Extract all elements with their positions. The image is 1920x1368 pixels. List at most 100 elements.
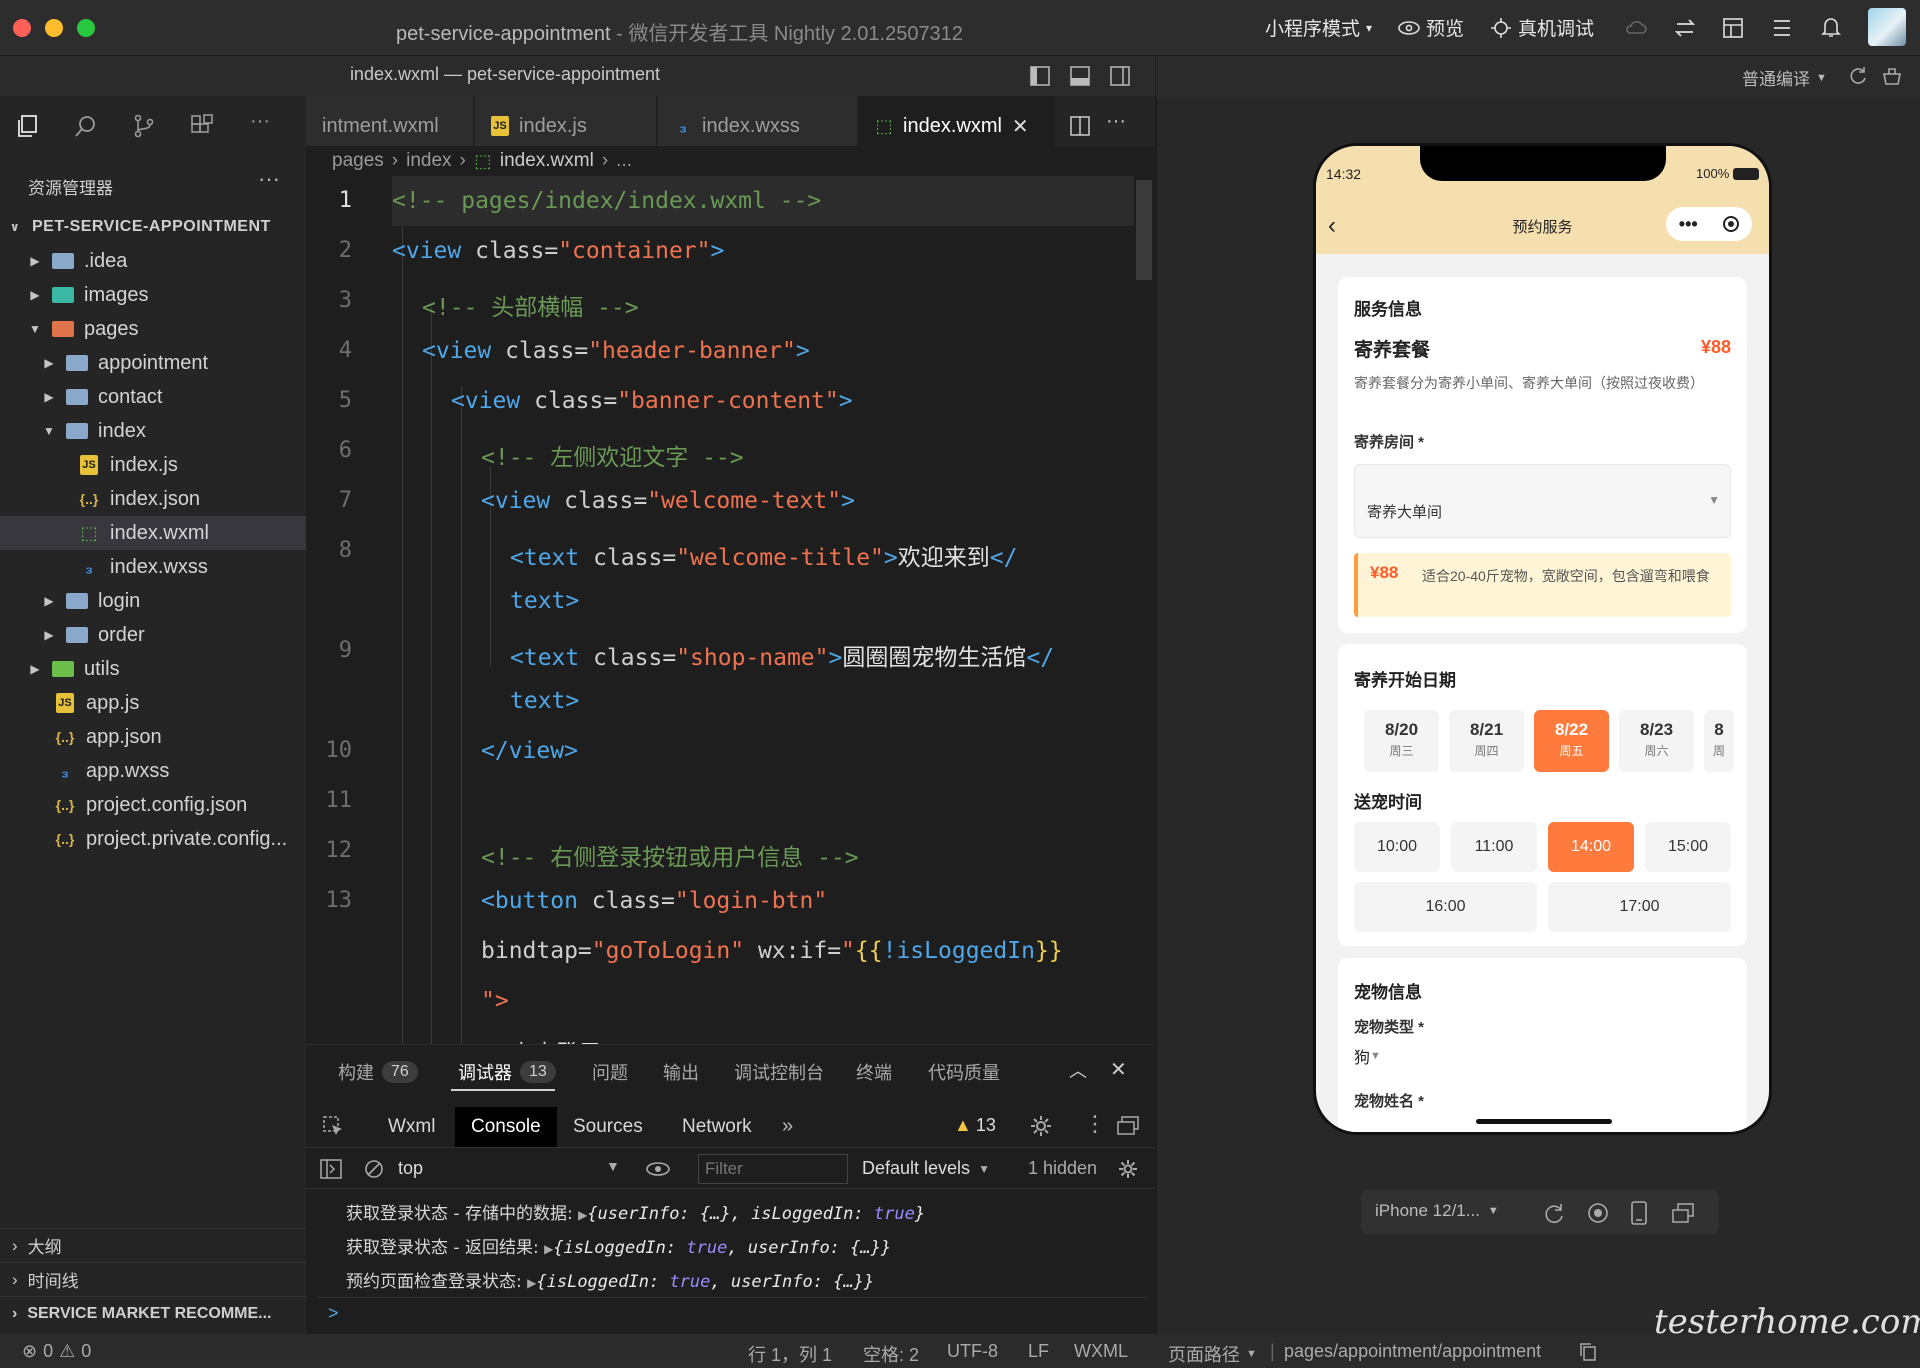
preview-button[interactable]: 预览 (1398, 14, 1464, 41)
date-option-selected[interactable]: 8/22 周五 (1534, 710, 1609, 772)
swap-icon[interactable] (1674, 18, 1696, 38)
toggle-sidebar-icon[interactable] (1030, 66, 1050, 86)
line-ending[interactable]: LF (1028, 1341, 1049, 1362)
context-selector[interactable]: top (398, 1158, 423, 1179)
explorer-icon[interactable] (16, 114, 40, 138)
cursor-position[interactable]: 行 1，列 1 (748, 1341, 832, 1367)
toggle-simulator-icon[interactable] (1110, 66, 1130, 86)
close-window-button[interactable] (13, 19, 31, 37)
tab-problems[interactable]: 问题 (592, 1059, 628, 1085)
tree-folder-idea[interactable]: ▶ .idea (0, 244, 306, 278)
tree-file-app-js[interactable]: JS app.js (0, 686, 306, 720)
detach-window-icon[interactable] (1671, 1202, 1695, 1224)
copy-icon[interactable] (1580, 1343, 1596, 1361)
close-panel-icon[interactable]: ✕ (1110, 1057, 1127, 1082)
tab-debugger[interactable]: 调试器 13 (458, 1059, 556, 1085)
breadcrumb-item[interactable]: index.wxml (500, 150, 594, 172)
console-settings-icon[interactable] (1118, 1159, 1138, 1179)
menu-icon[interactable] (1772, 19, 1792, 37)
device-debug-button[interactable]: 真机调试 (1490, 14, 1594, 41)
extensions-icon[interactable] (190, 114, 214, 138)
phone-icon[interactable] (1631, 1201, 1647, 1225)
tree-folder-contact[interactable]: ▶ contact (0, 380, 306, 414)
indentation[interactable]: 空格: 2 (863, 1341, 919, 1367)
problems-indicator[interactable]: ⊗ 0 ⚠ 0 (22, 1341, 91, 1362)
room-select[interactable]: 寄养大单间 ▼ (1354, 464, 1731, 538)
settings-gear-icon[interactable] (1030, 1115, 1052, 1137)
service-market-section[interactable]: › SERVICE MARKET RECOMME... (0, 1296, 306, 1330)
page-path-selector[interactable]: 页面路径 ▼ (1168, 1341, 1257, 1367)
clear-console-icon[interactable] (364, 1159, 384, 1179)
cloud-icon[interactable] (1625, 18, 1647, 38)
console-log-line[interactable]: 预约页面检查登录状态: ▶{isLoggedIn: true, userInfo… (346, 1267, 874, 1292)
mode-dropdown[interactable]: 小程序模式 ▾ (1265, 14, 1372, 41)
more-dots-icon[interactable]: ••• (1679, 214, 1698, 235)
tree-file-index-json[interactable]: {..} index.json (0, 482, 306, 516)
more-actions-icon[interactable]: ··· (1106, 110, 1126, 133)
layout-icon[interactable] (1722, 17, 1744, 39)
editor-scrollbar-thumb[interactable] (1136, 180, 1152, 280)
date-option[interactable]: 8/21 周四 (1449, 710, 1524, 772)
inspect-element-icon[interactable] (322, 1115, 344, 1137)
timeline-section[interactable]: › 时间线 (0, 1262, 306, 1296)
time-option[interactable]: 11:00 (1451, 822, 1537, 872)
sidebar-toggle-icon[interactable] (320, 1159, 342, 1179)
tree-file-app-wxss[interactable]: ₃ app.wxss (0, 754, 306, 788)
capsule-menu[interactable]: ••• (1666, 207, 1752, 241)
time-option[interactable]: 15:00 (1645, 822, 1731, 872)
tree-file-index-wxml[interactable]: ⬚ index.wxml (0, 516, 306, 550)
breadcrumb-item[interactable]: ... (616, 150, 632, 172)
tab-build[interactable]: 构建 76 (338, 1059, 418, 1085)
record-icon[interactable] (1587, 1202, 1609, 1224)
tab-debug-console[interactable]: 调试控制台 (734, 1059, 824, 1085)
refresh-icon[interactable] (1848, 66, 1868, 86)
log-levels-dropdown[interactable]: Default levels ▼ (862, 1158, 990, 1179)
compile-mode-dropdown[interactable]: 普通编译 ▼ (1742, 65, 1827, 90)
tab-output[interactable]: 输出 (663, 1059, 699, 1085)
filter-input[interactable] (698, 1154, 848, 1184)
warnings-counter[interactable]: ▲ 13 (954, 1115, 996, 1136)
breadcrumb-item[interactable]: pages (332, 150, 384, 172)
tree-file-index-wxss[interactable]: ₃ index.wxss (0, 550, 306, 584)
close-miniprogram-icon[interactable] (1723, 216, 1740, 232)
source-control-icon[interactable] (132, 114, 156, 138)
close-tab-icon[interactable]: ✕ (1012, 114, 1029, 139)
editor-scrollbar[interactable] (1134, 176, 1154, 1044)
encoding[interactable]: UTF-8 (947, 1341, 998, 1362)
pet-type-select[interactable]: 狗 ▼ (1354, 1044, 1381, 1068)
rotate-icon[interactable] (1543, 1202, 1565, 1224)
tab-code-quality[interactable]: 代码质量 (928, 1059, 1000, 1085)
device-selector[interactable]: iPhone 12/1... ▼ (1375, 1201, 1499, 1221)
devtools-tab-network[interactable]: Network (666, 1107, 768, 1147)
search-icon[interactable] (74, 114, 98, 138)
tree-folder-order[interactable]: ▶ order (0, 618, 306, 652)
date-option[interactable]: 8/20 周三 (1364, 710, 1439, 772)
tree-folder-images[interactable]: ▶ images (0, 278, 306, 312)
maximize-window-button[interactable] (77, 19, 95, 37)
phone-simulator[interactable]: 14:32 100% ‹ 预约服务 ••• 服务信息 寄养套餐 ¥88 寄养套餐… (1313, 143, 1772, 1135)
tree-folder-pages[interactable]: ▼ pages (0, 312, 306, 346)
devtools-tab-wxml[interactable]: Wxml (372, 1107, 451, 1147)
avatar[interactable] (1868, 8, 1906, 46)
more-icon[interactable]: ··· (250, 110, 270, 133)
date-option[interactable]: 8周 (1704, 710, 1734, 772)
tree-file-project-private-config[interactable]: {..} project.private.config... (0, 822, 306, 856)
kebab-menu-icon[interactable]: ⋮ (1084, 1111, 1106, 1137)
bell-icon[interactable] (1821, 16, 1841, 38)
more-tabs-icon[interactable]: » (782, 1115, 793, 1138)
tree-file-project-config[interactable]: {..} project.config.json (0, 788, 306, 822)
tree-folder-appointment[interactable]: ▶ appointment (0, 346, 306, 380)
toggle-panel-icon[interactable] (1070, 66, 1090, 86)
tree-file-index-js[interactable]: JS index.js (0, 448, 306, 482)
undock-icon[interactable] (1116, 1115, 1140, 1137)
time-option[interactable]: 17:00 (1548, 882, 1731, 932)
time-option-selected[interactable]: 14:00 (1548, 822, 1634, 872)
minimize-window-button[interactable] (45, 19, 63, 37)
date-option[interactable]: 8/23 周六 (1619, 710, 1694, 772)
chevron-up-icon[interactable]: ︿ (1069, 1057, 1087, 1083)
tree-folder-login[interactable]: ▶ login (0, 584, 306, 618)
explorer-more-icon[interactable]: ··· (258, 166, 280, 192)
clear-cache-icon[interactable] (1882, 66, 1902, 86)
split-editor-icon[interactable] (1070, 116, 1090, 136)
eye-icon[interactable] (646, 1161, 670, 1177)
